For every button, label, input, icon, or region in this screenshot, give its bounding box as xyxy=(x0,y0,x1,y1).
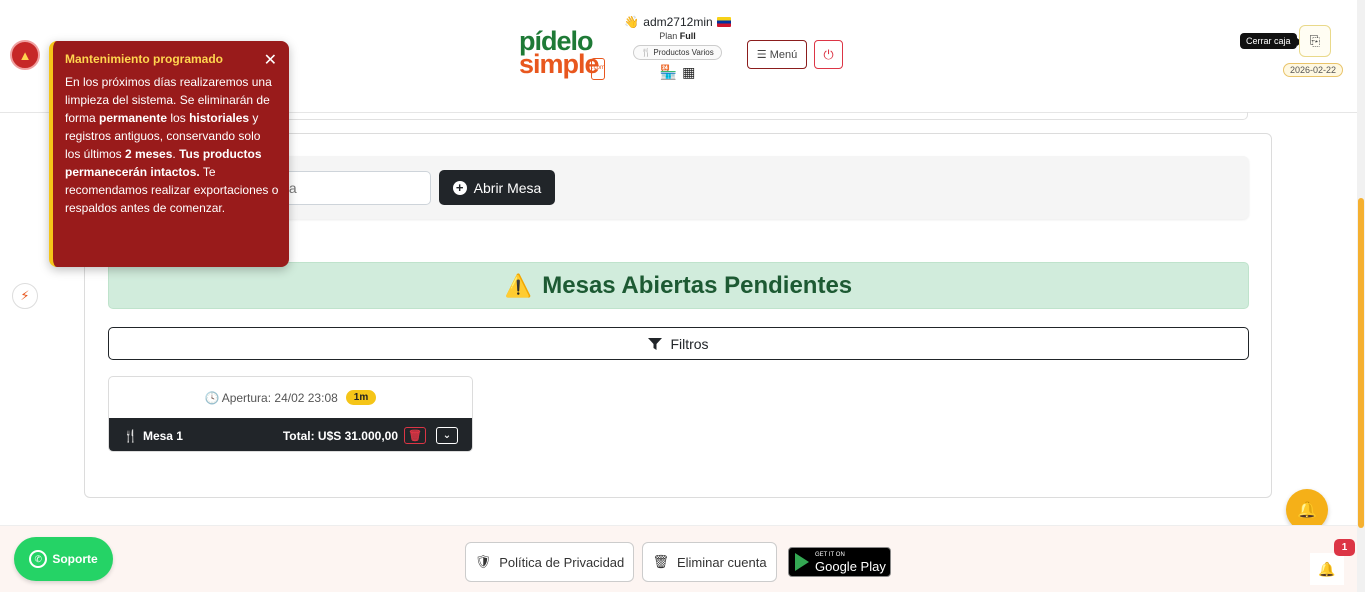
warning-triangle-icon: ⚠️ xyxy=(504,272,533,298)
username: 👋 adm2712min xyxy=(610,14,745,30)
privacy-policy-button[interactable]: 🛡 Política de Privacidad xyxy=(465,542,634,582)
power-icon[interactable]: ⏻ xyxy=(814,40,843,69)
open-table-button[interactable]: + Abrir Mesa xyxy=(439,170,555,205)
chevron-down-icon[interactable]: ⌄ xyxy=(436,427,458,444)
trash-icon: 🗑 xyxy=(652,554,669,569)
cash-register-icon[interactable]: ⎘ xyxy=(1299,25,1331,57)
maintenance-body: En los próximos días realizaremos una li… xyxy=(65,75,279,215)
plus-circle-icon: + xyxy=(452,180,467,195)
cerrar-caja-tooltip: Cerrar caja xyxy=(1240,33,1301,49)
warning-icon[interactable]: ▲ xyxy=(10,40,40,70)
qr-code-icon[interactable]: ▦ xyxy=(682,64,695,81)
date-badge: 2026-02-22 xyxy=(1283,63,1344,77)
notification-count-badge: 1 xyxy=(1334,539,1355,556)
table-total: Total: U$S 31.000,00 xyxy=(282,428,398,443)
maintenance-title: Mantenimiento programado xyxy=(65,52,224,66)
shield-icon: 🛡 xyxy=(474,554,492,569)
pending-tables-banner: ⚠️ Mesas Abiertas Pendientes xyxy=(108,262,1249,309)
venezuela-flag-icon xyxy=(716,17,731,27)
table-card[interactable]: 🕓 Apertura: 24/02 23:08 1m 🍴 Mesa 1 Tota… xyxy=(108,376,473,452)
notifications-bell-icon[interactable]: 🔔 xyxy=(1310,553,1344,585)
support-button[interactable]: ✆ Soporte xyxy=(14,537,113,581)
user-info: 👋 adm2712min Plan Full 🍴 Productos Vario… xyxy=(610,14,745,81)
delete-account-button[interactable]: 🗑 Eliminar cuenta xyxy=(642,542,777,582)
pidelo-simple-logo[interactable]: pídelo simple .com xyxy=(519,28,609,84)
maintenance-notice: Mantenimiento programado ✕ En los próxim… xyxy=(49,41,289,267)
play-store-icon xyxy=(795,553,809,571)
close-icon[interactable]: ✕ xyxy=(264,50,277,70)
mini-icons: 🏪 ▦ xyxy=(610,64,745,81)
store-icon[interactable]: 🏪 xyxy=(660,64,677,81)
table-card-footer: 🍴 Mesa 1 Total: U$S 31.000,00 🗑 ⌄ xyxy=(109,418,472,451)
products-badge[interactable]: 🍴 Productos Varios xyxy=(633,45,722,60)
utensils-icon: 🍴 xyxy=(123,428,138,443)
plan-label: Plan Full xyxy=(659,31,696,41)
whatsapp-icon: ✆ xyxy=(29,550,48,568)
opening-time: Apertura: 24/02 23:08 xyxy=(221,390,338,405)
table-card-header: 🕓 Apertura: 24/02 23:08 1m xyxy=(109,377,472,418)
filters-button[interactable]: Filtros xyxy=(108,327,1249,360)
trash-icon[interactable]: 🗑 xyxy=(404,427,426,444)
filter-icon xyxy=(648,337,663,350)
wave-icon: 👋 xyxy=(624,15,640,29)
scrollbar-thumb[interactable] xyxy=(1358,198,1364,528)
pending-title: Mesas Abiertas Pendientes xyxy=(542,271,853,299)
google-play-badge[interactable]: GET IT ON Google Play xyxy=(788,547,891,577)
menu-button[interactable]: ☰ Menú xyxy=(747,40,807,69)
lightning-icon[interactable]: ⚡ xyxy=(12,283,38,309)
clock-icon: 🕓 xyxy=(204,390,220,405)
table-name: 🍴 Mesa 1 xyxy=(123,428,183,443)
elapsed-badge: 1m xyxy=(345,390,377,405)
